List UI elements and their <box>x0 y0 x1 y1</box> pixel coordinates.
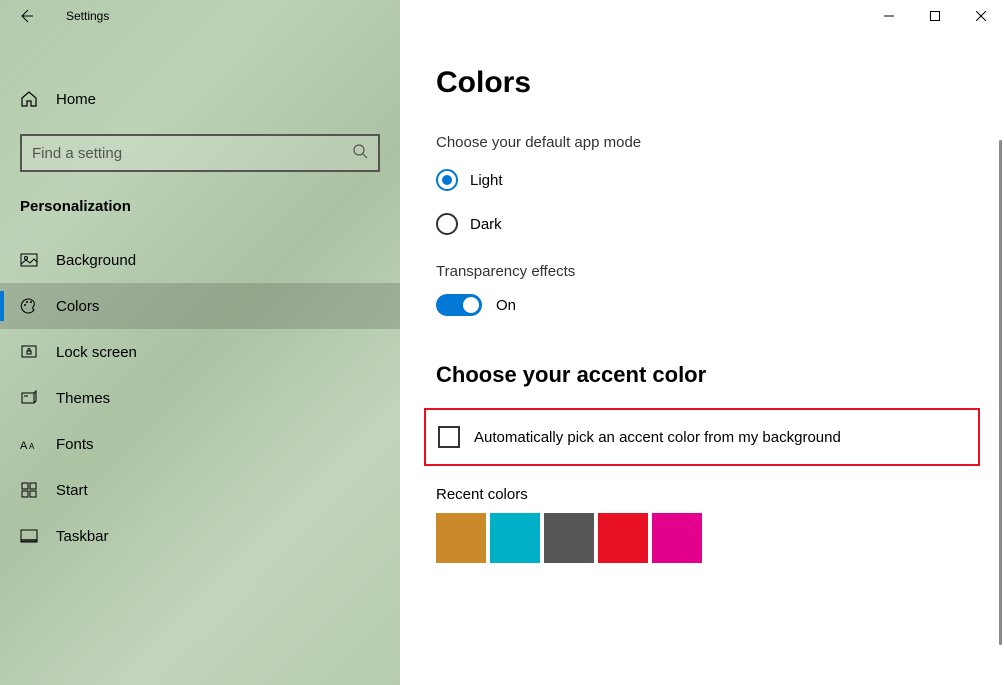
transparency-label: Transparency effects <box>436 263 968 280</box>
color-swatch[interactable] <box>544 513 594 563</box>
radio-light[interactable]: Light <box>436 169 968 191</box>
themes-icon <box>20 389 38 407</box>
sidebar-item-start[interactable]: Start <box>0 467 400 513</box>
maximize-button[interactable] <box>912 0 958 32</box>
lock-screen-icon <box>20 343 38 361</box>
search-box[interactable] <box>20 134 380 172</box>
settings-window: Settings Home Personalization Background <box>0 0 1004 685</box>
sidebar-item-label: Start <box>56 482 88 499</box>
window-title: Settings <box>66 9 109 23</box>
titlebar: Settings <box>0 0 1004 32</box>
recent-colors-label: Recent colors <box>436 486 968 503</box>
sidebar-item-background[interactable]: Background <box>0 237 400 283</box>
main-content: Colors Choose your default app mode Ligh… <box>400 0 1004 685</box>
svg-text:A: A <box>20 440 28 451</box>
sidebar-item-label: Themes <box>56 390 110 407</box>
sidebar-item-label: Background <box>56 252 136 269</box>
color-swatch[interactable] <box>436 513 486 563</box>
sidebar-item-taskbar[interactable]: Taskbar <box>0 513 400 559</box>
radio-label: Light <box>470 172 503 189</box>
palette-icon <box>20 297 38 315</box>
home-nav[interactable]: Home <box>0 78 400 120</box>
sidebar-item-label: Fonts <box>56 436 94 453</box>
sidebar-item-themes[interactable]: Themes <box>0 375 400 421</box>
close-button[interactable] <box>958 0 1004 32</box>
minimize-button[interactable] <box>866 0 912 32</box>
home-label: Home <box>56 91 96 108</box>
back-button[interactable] <box>18 8 34 27</box>
fonts-icon: AA <box>20 435 38 453</box>
color-swatch[interactable] <box>598 513 648 563</box>
transparency-toggle[interactable] <box>436 294 482 316</box>
scrollbar[interactable] <box>999 140 1002 645</box>
sidebar-item-label: Taskbar <box>56 528 109 545</box>
radio-icon <box>436 213 458 235</box>
search-icon <box>352 143 368 164</box>
auto-pick-checkbox-row[interactable]: Automatically pick an accent color from … <box>438 426 966 448</box>
recent-colors-swatches <box>436 513 968 563</box>
color-swatch[interactable] <box>652 513 702 563</box>
checkbox-icon <box>438 426 460 448</box>
start-icon <box>20 481 38 499</box>
sidebar-item-label: Colors <box>56 298 99 315</box>
sidebar-item-fonts[interactable]: AA Fonts <box>0 421 400 467</box>
color-swatch[interactable] <box>490 513 540 563</box>
radio-icon <box>436 169 458 191</box>
app-mode-label: Choose your default app mode <box>436 134 968 151</box>
search-input[interactable] <box>32 145 352 162</box>
accent-title: Choose your accent color <box>436 362 968 388</box>
sidebar-item-colors[interactable]: Colors <box>0 283 400 329</box>
sidebar-item-lock-screen[interactable]: Lock screen <box>0 329 400 375</box>
highlight-annotation: Automatically pick an accent color from … <box>424 408 980 466</box>
category-label: Personalization <box>0 180 400 237</box>
taskbar-icon <box>20 527 38 545</box>
picture-icon <box>20 251 38 269</box>
sidebar: Home Personalization Background Colors L… <box>0 0 400 685</box>
svg-text:A: A <box>29 442 35 451</box>
page-title: Colors <box>436 66 968 100</box>
sidebar-item-label: Lock screen <box>56 344 137 361</box>
auto-pick-label: Automatically pick an accent color from … <box>474 429 841 446</box>
radio-label: Dark <box>470 216 502 233</box>
home-icon <box>20 90 38 108</box>
radio-dark[interactable]: Dark <box>436 213 968 235</box>
toggle-state: On <box>496 297 516 314</box>
